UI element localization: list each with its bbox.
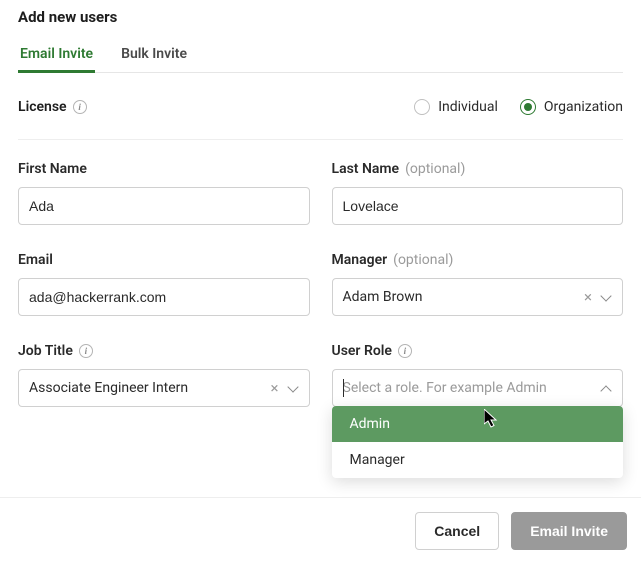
text-caret: [343, 379, 344, 397]
manager-value: Adam Brown: [343, 289, 578, 305]
job-title-label: Job Title i: [18, 343, 93, 359]
chevron-down-icon: [602, 292, 612, 302]
dropdown-option-manager[interactable]: Manager: [332, 442, 624, 478]
optional-tag: (optional): [393, 252, 453, 268]
chevron-up-icon: [602, 383, 612, 393]
first-name-label: First Name: [18, 161, 87, 177]
info-icon[interactable]: i: [398, 344, 412, 358]
manager-select[interactable]: Adam Brown ×: [332, 278, 624, 316]
first-name-input[interactable]: [18, 187, 310, 225]
user-role-dropdown: Admin Manager: [332, 406, 624, 478]
clear-icon[interactable]: ×: [584, 290, 592, 305]
page-title: Add new users: [18, 8, 623, 26]
divider: [18, 139, 623, 140]
tabs: Email Invite Bulk Invite: [18, 40, 623, 73]
last-name-label: Last Name (optional): [332, 161, 466, 177]
clear-icon[interactable]: ×: [270, 381, 278, 396]
license-label: License: [18, 99, 67, 115]
user-role-label: User Role i: [332, 343, 412, 359]
optional-tag: (optional): [405, 161, 465, 177]
submit-button[interactable]: Email Invite: [511, 512, 627, 550]
info-icon[interactable]: i: [79, 344, 93, 358]
email-input[interactable]: [18, 278, 310, 316]
radio-individual-label: Individual: [438, 99, 498, 115]
radio-icon-selected: [520, 99, 536, 115]
job-title-select[interactable]: Associate Engineer Intern ×: [18, 369, 310, 407]
cancel-button[interactable]: Cancel: [415, 512, 499, 550]
license-radio-group: Individual Organization: [414, 99, 623, 115]
info-icon[interactable]: i: [73, 100, 87, 114]
tab-email-invite[interactable]: Email Invite: [18, 40, 95, 72]
email-label: Email: [18, 252, 53, 268]
radio-individual[interactable]: Individual: [414, 99, 498, 115]
footer: Cancel Email Invite: [0, 497, 641, 564]
job-title-value: Associate Engineer Intern: [29, 380, 264, 396]
manager-label: Manager (optional): [332, 252, 454, 268]
tab-bulk-invite[interactable]: Bulk Invite: [119, 40, 189, 72]
last-name-input[interactable]: [332, 187, 624, 225]
dropdown-option-admin[interactable]: Admin: [332, 406, 624, 442]
radio-organization-label: Organization: [544, 99, 623, 115]
radio-icon: [414, 99, 430, 115]
radio-organization[interactable]: Organization: [520, 99, 623, 115]
user-role-placeholder: Select a role. For example Admin: [343, 380, 597, 396]
user-role-select[interactable]: Select a role. For example Admin: [332, 369, 624, 407]
chevron-down-icon: [289, 383, 299, 393]
